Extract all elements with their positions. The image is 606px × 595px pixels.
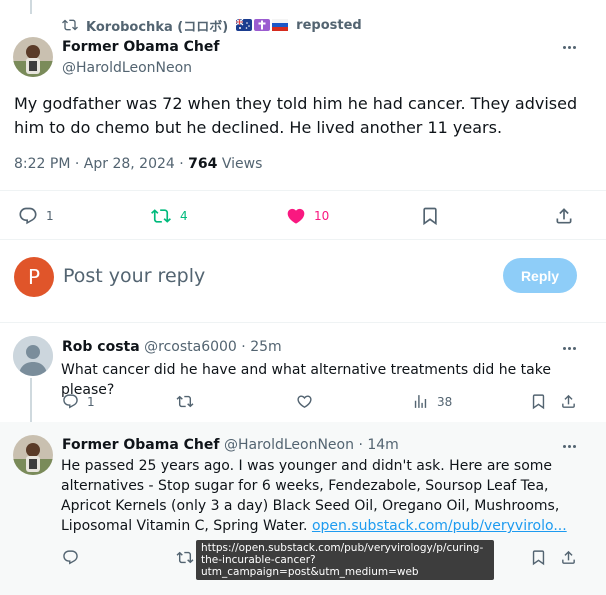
repost-count: 4	[180, 209, 188, 223]
reply-action[interactable]: 1	[62, 393, 95, 410]
author-handle[interactable]: @HaroldLeonNeon	[62, 60, 192, 76]
meta-dot: ·	[74, 156, 80, 172]
latin-cross-icon	[254, 19, 271, 31]
thread-line	[30, 0, 32, 14]
reply1-author-name[interactable]: Rob costa	[62, 339, 140, 355]
author-avatar[interactable]	[13, 435, 53, 475]
post-text: My godfather was 72 when they told him h…	[14, 94, 578, 137]
reply-icon	[62, 393, 79, 410]
post-date[interactable]: Apr 28, 2024	[84, 156, 175, 172]
bookmark-icon	[420, 206, 440, 226]
reposter-name[interactable]: Korobochka (コロボ)	[86, 16, 228, 35]
reply2-header: Former Obama Chef @HaroldLeonNeon · 14m	[62, 437, 399, 453]
repost-icon	[62, 17, 78, 33]
more-options-icon[interactable]	[559, 40, 579, 54]
more-options-icon[interactable]	[559, 341, 579, 355]
reply-action[interactable]	[62, 549, 79, 566]
views-action[interactable]: 38	[412, 393, 452, 410]
heart-icon	[296, 393, 313, 410]
australia-flag-icon	[236, 19, 253, 31]
bookmark-action[interactable]	[530, 549, 547, 566]
views-count: 38	[437, 394, 453, 409]
divider	[0, 239, 606, 240]
repost-icon	[176, 549, 194, 566]
like-count: 10	[314, 209, 330, 223]
reply-count: 1	[46, 209, 54, 223]
reply2-author-handle[interactable]: @HaroldLeonNeon	[224, 437, 354, 453]
bookmark-icon	[530, 393, 547, 410]
repost-icon	[176, 393, 194, 410]
share-icon	[560, 393, 577, 410]
repost-icon	[150, 206, 172, 226]
reply2-body: He passed 25 years ago. I was younger an…	[61, 456, 581, 536]
default-avatar[interactable]	[13, 336, 53, 376]
repost-action[interactable]	[176, 549, 194, 566]
reply-input[interactable]: Post your reply	[63, 265, 205, 287]
views-count: 764	[188, 156, 218, 172]
my-avatar[interactable]: P	[14, 257, 54, 297]
meta-dot: ·	[358, 437, 363, 453]
share-action[interactable]	[560, 549, 577, 566]
bookmark-icon	[530, 549, 547, 566]
reply2-author-name[interactable]: Former Obama Chef	[62, 437, 220, 453]
reply-button[interactable]: Reply	[503, 258, 577, 293]
post-meta: 8:22 PM · Apr 28, 2024 · 764 Views	[14, 156, 262, 172]
repost-suffix: reposted	[296, 17, 362, 33]
views-label: Views	[221, 156, 263, 172]
more-options-icon[interactable]	[559, 439, 579, 453]
reply-count: 1	[87, 394, 95, 409]
post-time[interactable]: 8:22 PM	[14, 156, 70, 172]
reply1-time[interactable]: 25m	[250, 339, 281, 355]
external-link[interactable]: open.substack.com/pub/veryvirolo...	[312, 518, 567, 534]
meta-dot: ·	[179, 156, 184, 172]
reply1-header: Rob costa @rcosta6000 · 25m	[62, 339, 282, 355]
reply1-author-handle[interactable]: @rcosta6000	[144, 339, 237, 355]
reply2-time[interactable]: 14m	[367, 437, 398, 453]
thread-line	[30, 378, 32, 422]
share-action[interactable]	[560, 393, 577, 410]
share-icon	[560, 549, 577, 566]
views-chart-icon	[412, 393, 429, 410]
author-name[interactable]: Former Obama Chef	[62, 39, 220, 55]
divider	[0, 190, 606, 191]
bookmark-action[interactable]	[530, 393, 547, 410]
like-action[interactable]: 10	[286, 206, 329, 226]
link-url-tooltip: https://open.substack.com/pub/veryvirolo…	[196, 540, 494, 580]
share-icon	[554, 206, 574, 226]
bookmark-action[interactable]	[420, 206, 440, 226]
divider	[0, 322, 606, 323]
share-action[interactable]	[554, 206, 574, 226]
repost-action[interactable]: 4	[150, 206, 188, 226]
heart-icon	[286, 206, 306, 226]
author-avatar[interactable]	[13, 37, 53, 77]
like-action[interactable]	[296, 393, 313, 410]
emoji-flags	[236, 19, 289, 31]
repost-indicator: Korobochka (コロボ) reposted	[62, 16, 362, 35]
reply-icon	[62, 549, 79, 566]
repost-action[interactable]	[176, 393, 194, 410]
russia-flag-icon	[272, 19, 289, 31]
reply-icon	[18, 206, 38, 226]
reply-action[interactable]: 1	[18, 206, 54, 226]
meta-dot: ·	[241, 339, 246, 355]
reply1-text: What cancer did he have and what alterna…	[61, 362, 551, 398]
